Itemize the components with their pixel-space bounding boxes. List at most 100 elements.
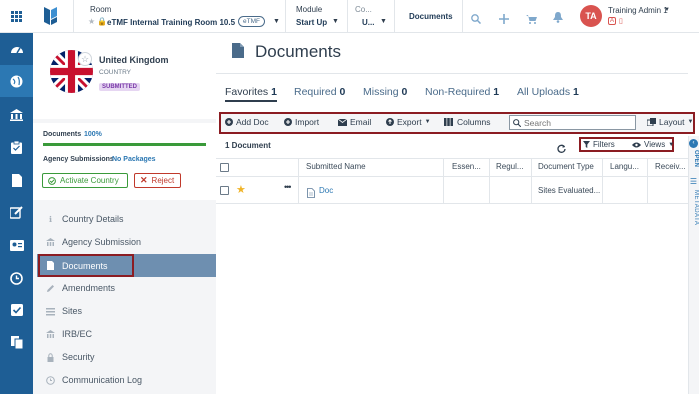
reject-button[interactable]: ✕ Reject — [134, 173, 181, 188]
rail-clock[interactable] — [0, 262, 33, 294]
document-icon — [307, 188, 315, 198]
col-received[interactable]: Receiv... — [655, 162, 688, 171]
import-button[interactable]: Import — [284, 117, 319, 127]
nav-security[interactable]: Security — [38, 346, 216, 368]
doc-file-icon — [307, 185, 315, 203]
document-icon — [232, 43, 244, 58]
col-submitted-name[interactable]: Submitted Name — [306, 162, 441, 171]
search-field[interactable] — [509, 115, 636, 130]
chevron-down-icon[interactable]: ▼ — [380, 18, 387, 25]
notifications-button[interactable] — [553, 10, 563, 28]
nav-amendments[interactable]: Amendments — [38, 277, 216, 299]
nav-country-details[interactable]: ℹ Country Details — [38, 208, 216, 230]
export-button[interactable]: Export ▼ — [386, 117, 431, 127]
rail-dashboard[interactable] — [0, 33, 33, 65]
favorite-star-icon[interactable]: ☆ — [78, 52, 92, 66]
columns-icon — [444, 118, 453, 126]
filters-button[interactable]: Filters — [583, 140, 615, 149]
search-button[interactable] — [471, 11, 482, 29]
col-document-type[interactable]: Document Type — [538, 162, 600, 171]
tab-non-required[interactable]: Non-Required 1 — [425, 86, 499, 98]
avatar[interactable]: TA — [580, 5, 602, 27]
info-icon: ℹ — [48, 214, 53, 224]
rail-document[interactable] — [0, 164, 33, 196]
refresh-button[interactable] — [557, 140, 566, 158]
nav-label: Documents — [62, 260, 108, 271]
tab-all-uploads[interactable]: All Uploads 1 — [517, 86, 579, 98]
col-language[interactable]: Langu... — [610, 162, 648, 171]
rail-edit[interactable] — [0, 196, 33, 228]
nav-sites[interactable]: Sites — [38, 300, 216, 322]
chevron-down-icon[interactable]: ▼ — [664, 7, 670, 13]
rail-copy[interactable] — [0, 326, 33, 358]
search-icon — [513, 118, 521, 127]
row-menu-icon[interactable]: ••• — [284, 182, 292, 192]
admin-badge-icon: A — [608, 17, 616, 25]
reject-label: Reject — [151, 176, 175, 185]
activate-country-button[interactable]: Activate Country — [42, 173, 128, 188]
select-all-checkbox[interactable] — [220, 163, 229, 172]
grid-icon — [11, 10, 22, 22]
email-button[interactable]: Email — [338, 117, 371, 127]
id-card-icon — [9, 239, 24, 251]
open-label[interactable]: OPEN — [688, 150, 699, 167]
chevron-down-icon[interactable]: ▼ — [332, 18, 339, 25]
chevron-down-icon[interactable]: ▼ — [273, 18, 280, 25]
add-button[interactable] — [499, 11, 509, 29]
nav-documents[interactable]: Documents — [38, 254, 216, 277]
phone-icon: ▯ — [619, 18, 623, 25]
institution-icon — [10, 109, 23, 121]
title-divider — [216, 73, 688, 74]
add-doc-button[interactable]: Add Doc — [225, 117, 269, 127]
rail-globe[interactable] — [0, 65, 33, 97]
nav-irb-ec[interactable]: IRB/EC — [38, 323, 216, 345]
rail-institution[interactable] — [0, 99, 33, 131]
col-regulatory[interactable]: Regul... — [496, 162, 534, 171]
nav-label: Country Details — [62, 214, 124, 224]
checkbox-icon — [10, 304, 23, 316]
status-badge: SUBMITTED — [99, 83, 140, 91]
col-essential[interactable]: Essen... — [452, 162, 490, 171]
star-icon[interactable]: ★ — [88, 17, 95, 26]
user-name[interactable]: Training Admin 1 — [608, 6, 668, 15]
module-value[interactable]: Start Up — [296, 18, 327, 27]
nav-communication-log[interactable]: Communication Log — [38, 369, 216, 391]
plus-icon — [499, 14, 509, 24]
active-tab-underline — [225, 100, 277, 102]
clock-icon — [46, 375, 55, 385]
clock-icon — [10, 271, 23, 285]
columns-button[interactable]: Columns — [444, 117, 491, 127]
cart-button[interactable] — [526, 11, 537, 29]
nav-label: Agency Submission — [62, 237, 142, 247]
star-icon[interactable]: ★ — [236, 183, 246, 196]
chevron-down-icon: ▼ — [668, 141, 675, 148]
country-name: United Kingdom — [99, 55, 169, 65]
bell-icon — [553, 12, 563, 23]
doc-name-link[interactable]: Doc — [319, 186, 333, 195]
rail-id-card[interactable] — [0, 229, 33, 261]
refresh-icon — [557, 144, 566, 153]
views-button[interactable]: Views ▼ — [632, 140, 674, 149]
copy-icon — [10, 335, 23, 349]
close-icon: ✕ — [140, 175, 148, 185]
rail-checkbox[interactable] — [0, 294, 33, 326]
apps-grid-button[interactable] — [0, 0, 33, 33]
search-input[interactable] — [524, 117, 632, 128]
import-icon — [284, 118, 292, 126]
room-name[interactable]: eTMF Internal Training Room 10.5 — [107, 18, 235, 27]
check-circle-icon — [48, 176, 56, 185]
co-value[interactable]: U... — [362, 18, 374, 27]
metadata-label[interactable]: METADATA — [688, 190, 699, 225]
chevron-left-icon[interactable]: ‹ — [689, 139, 698, 148]
rail-clipboard[interactable] — [0, 131, 33, 163]
nav-label: Communication Log — [62, 375, 143, 385]
layout-button[interactable]: Layout ▼ — [647, 117, 693, 127]
building-icon — [46, 237, 55, 246]
tab-missing[interactable]: Missing 0 — [363, 86, 407, 98]
tab-required[interactable]: Required 0 — [294, 86, 345, 98]
tab-favorites[interactable]: Favorites 1 — [225, 86, 277, 98]
progress-track — [43, 143, 206, 146]
row-checkbox[interactable] — [220, 186, 229, 195]
agency-submissions-label: Agency Submissions — [43, 156, 114, 163]
nav-agency-submission[interactable]: Agency Submission — [38, 231, 216, 253]
